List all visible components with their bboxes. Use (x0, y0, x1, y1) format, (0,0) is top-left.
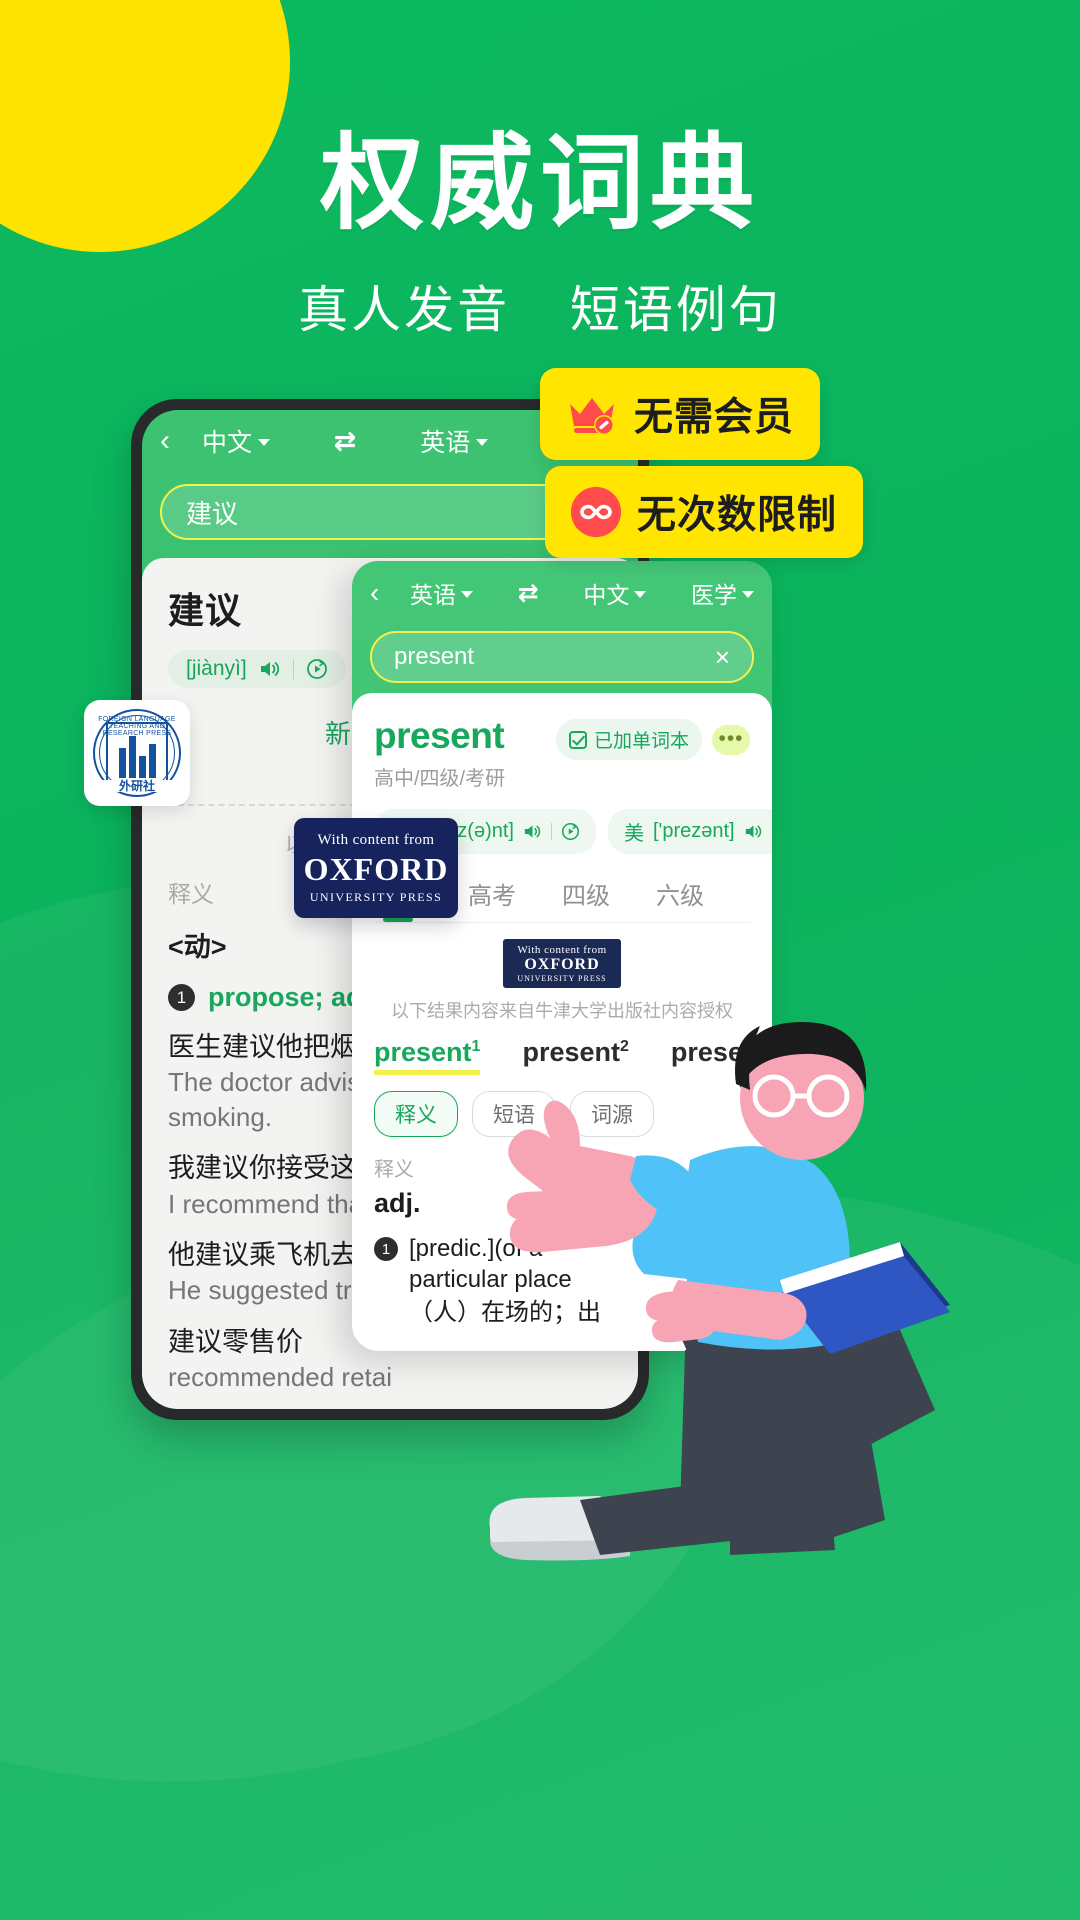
target-language-label-back: 英语 (420, 429, 471, 457)
oxford-university-press-badge: With content from OXFORD UNIVERSITY PRES… (294, 818, 458, 918)
entry-header-actions: 已加单词本 ••• (555, 719, 750, 760)
oxford-line2: OXFORD (524, 956, 600, 973)
hero-text-block: 权威词典 真人发音 短语例句 (0, 128, 1080, 342)
entry-exam-tags: 高中/四级/考研 (374, 768, 506, 790)
oxford-badge-line3: UNIVERSITY PRESS (309, 889, 443, 904)
target-language-selector-front[interactable]: 中文 (583, 576, 647, 610)
sense-number-1: 1 (168, 984, 195, 1011)
search-value-front: present (394, 643, 475, 670)
back-button-front[interactable]: ‹ (370, 577, 410, 609)
clear-icon[interactable]: × (715, 642, 730, 673)
chip-divider (292, 659, 294, 679)
badge-no-membership-label: 无需会员 (634, 396, 795, 439)
oxford-badge-line1: With content from (317, 831, 435, 848)
chevron-down-icon (476, 439, 489, 446)
search-input-front[interactable]: present × (370, 631, 754, 683)
illustration-person (489, 1022, 950, 1561)
badge-unlimited-uses-label: 无次数限制 (637, 494, 838, 537)
phonetic-us-chip[interactable]: 美 ['prezənt] (607, 809, 772, 854)
badge-unlimited-uses: 无次数限制 (545, 466, 864, 558)
more-options-button[interactable]: ••• (712, 724, 750, 755)
replay-icon[interactable] (306, 658, 328, 680)
page-subtitle: 真人发音 短语例句 (0, 270, 1080, 342)
source-language-label-front: 英语 (410, 582, 456, 608)
phonetic-us-region: 美 (623, 823, 644, 845)
target-language-selector-back[interactable]: 英语 (420, 423, 489, 459)
page-title: 权威词典 (319, 126, 760, 242)
oxford-line1: With content from (517, 944, 607, 956)
subtitle-right: 短语例句 (569, 282, 782, 339)
tab-gaokao[interactable]: 高考 (468, 876, 516, 922)
mode-selector-front[interactable]: 医学 (691, 576, 755, 610)
oxford-badge-line2: OXFORD (303, 850, 449, 887)
tab-cet4[interactable]: 四级 (562, 876, 610, 922)
infinity-icon (571, 487, 621, 537)
chevron-down-icon (742, 591, 755, 598)
entry-headword-block: present 高中/四级/考研 (374, 715, 505, 791)
entry-word-front: present (374, 715, 505, 756)
checkbox-checked-icon (568, 730, 587, 749)
source-language-selector-front[interactable]: 英语 (410, 576, 473, 610)
search-value-back: 建议 (186, 498, 239, 529)
speaker-icon[interactable] (523, 823, 542, 840)
chevron-down-icon (634, 591, 647, 598)
back-button-back-phone[interactable]: ‹ (160, 426, 202, 456)
swap-languages-icon-front[interactable]: ⇄ (518, 578, 539, 608)
swap-languages-icon-back[interactable]: ⇄ (334, 426, 357, 457)
entry-header-row: present 高中/四级/考研 已加单词本 ••• (374, 715, 750, 791)
add-to-wordbook-label: 已加单词本 (593, 731, 689, 752)
chevron-down-icon (461, 591, 473, 598)
crown-no-icon (570, 398, 614, 435)
speaker-icon[interactable] (744, 823, 763, 840)
fltrp-seal: FOREIGN LANGUAGE TEACHING AND RESEARCH P… (93, 709, 181, 797)
target-language-label-front: 中文 (583, 582, 630, 608)
fltrp-ring-text: FOREIGN LANGUAGE TEACHING AND RESEARCH P… (98, 716, 176, 737)
pronunciation-chip-back[interactable]: [jiànyì] (168, 650, 346, 688)
chip-divider (550, 823, 552, 840)
badge-no-membership: 无需会员 (540, 368, 821, 460)
fltrp-name-cn: 外研社 (95, 780, 179, 792)
phonetic-us-ipa: ['prezənt] (652, 820, 735, 842)
subtitle-left: 真人发音 (298, 282, 511, 339)
replay-icon[interactable] (561, 822, 580, 841)
speaker-icon[interactable] (259, 659, 281, 679)
add-to-wordbook-button[interactable]: 已加单词本 (555, 719, 702, 760)
definition-number: 1 (374, 1237, 398, 1261)
tab-cet6[interactable]: 六级 (656, 876, 704, 922)
chevron-down-icon (258, 439, 271, 446)
fltrp-publisher-badge: FOREIGN LANGUAGE TEACHING AND RESEARCH P… (84, 700, 190, 806)
source-language-label-back: 中文 (202, 429, 253, 457)
front-app-topbar: ‹ 英语 ⇄ 中文 医学 (352, 561, 772, 625)
mode-label-front: 医学 (691, 582, 738, 608)
source-language-selector-back[interactable]: 中文 (202, 423, 271, 459)
pinyin-text: [jiànyì] (186, 657, 247, 680)
